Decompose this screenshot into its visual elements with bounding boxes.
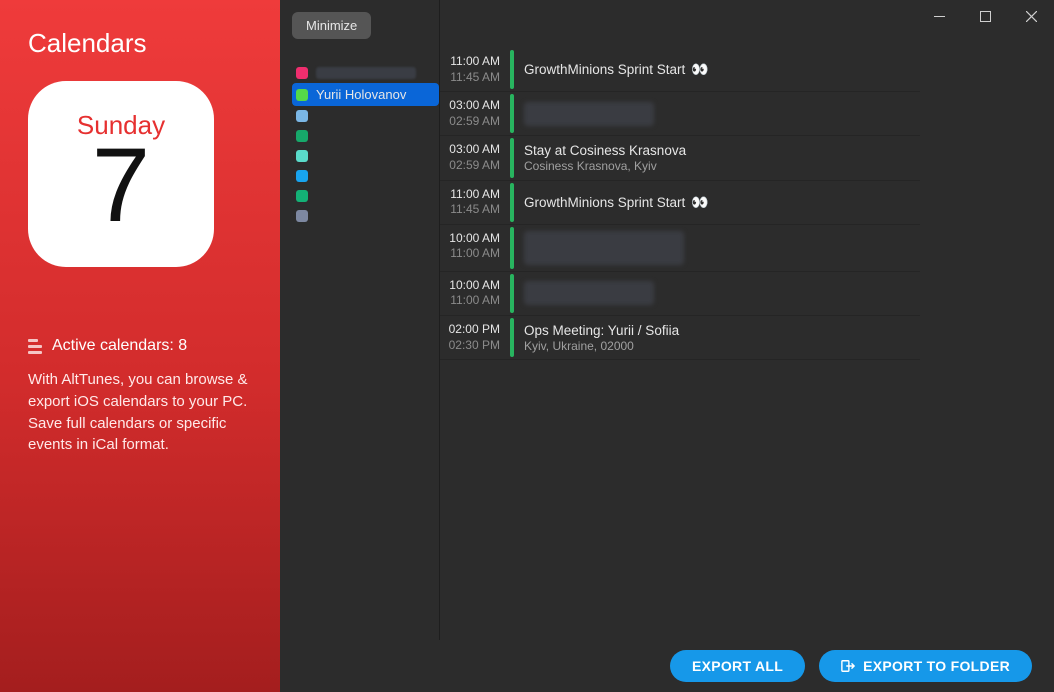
calendar-item[interactable]: Yurii Holovanov: [292, 83, 439, 106]
calendar-color-dot: [296, 210, 308, 222]
calendar-tile: Sunday 7: [28, 81, 214, 267]
event-body: Ops Meeting: Yurii / SofiiaKyiv, Ukraine…: [524, 316, 920, 359]
event-body: GrowthMinions Sprint Start👀: [524, 181, 920, 224]
export-to-folder-button[interactable]: EXPORT TO FOLDER: [819, 650, 1032, 682]
event-color-bar: [510, 318, 514, 357]
event-body: Stay at Cosiness KrasnovaCosiness Krasno…: [524, 136, 920, 179]
export-all-button[interactable]: EXPORT ALL: [670, 650, 805, 682]
app-root: Calendars Sunday 7 Active calendars: 8 W…: [0, 0, 1054, 692]
event-body: [524, 225, 920, 271]
bottom-bar: EXPORT ALL EXPORT TO FOLDER: [280, 640, 1054, 692]
right-area: Minimize Yurii Holovanov 11:00 AM11:45 A…: [280, 0, 1054, 692]
event-subtitle: Cosiness Krasnova, Kyiv: [524, 159, 914, 173]
event-row[interactable]: 03:00 AM02:59 AM: [440, 92, 920, 136]
left-description: With AltTunes, you can browse & export i…: [28, 369, 256, 456]
event-redacted: [524, 281, 654, 305]
event-color-bar: [510, 227, 514, 269]
event-color-bar: [510, 138, 514, 177]
event-row[interactable]: 10:00 AM11:00 AM: [440, 225, 920, 272]
calendar-color-dot: [296, 150, 308, 162]
calendar-label: Yurii Holovanov: [316, 87, 406, 102]
calendar-color-dot: [296, 89, 308, 101]
calendar-label-redacted: [316, 67, 416, 79]
window-maximize-button[interactable]: [962, 0, 1008, 32]
event-row[interactable]: 10:00 AM11:00 AM: [440, 272, 920, 316]
active-calendars-line: Active calendars: 8: [28, 337, 256, 355]
calendar-item[interactable]: [292, 106, 439, 126]
event-redacted: [524, 102, 654, 126]
export-all-label: EXPORT ALL: [692, 658, 783, 674]
event-color-bar: [510, 274, 514, 313]
event-subtitle: Kyiv, Ukraine, 02000: [524, 339, 914, 353]
minimize-button[interactable]: Minimize: [292, 12, 371, 39]
window-close-button[interactable]: [1008, 0, 1054, 32]
event-time: 10:00 AM11:00 AM: [440, 272, 504, 315]
event-body: GrowthMinions Sprint Start👀: [524, 48, 920, 91]
event-row[interactable]: 11:00 AM11:45 AM GrowthMinions Sprint Sta…: [440, 181, 920, 225]
calendar-item[interactable]: [292, 63, 439, 83]
event-title: GrowthMinions Sprint Start👀: [524, 61, 914, 78]
event-body: [524, 92, 920, 135]
event-time: 10:00 AM11:00 AM: [440, 225, 504, 271]
event-color-bar: [510, 50, 514, 89]
window-minimize-button[interactable]: [916, 0, 962, 32]
window-controls: [916, 0, 1054, 32]
page-title: Calendars: [28, 28, 256, 59]
calendar-color-dot: [296, 190, 308, 202]
eyes-icon: 👀: [691, 61, 708, 77]
events-column: 11:00 AM11:45 AM GrowthMinions Sprint Sta…: [440, 0, 920, 640]
calendar-color-dot: [296, 130, 308, 142]
event-title: Ops Meeting: Yurii / Sofiia: [524, 323, 914, 338]
event-time: 03:00 AM02:59 AM: [440, 136, 504, 179]
event-row[interactable]: 02:00 PM02:30 PM Ops Meeting: Yurii / Sof…: [440, 316, 920, 360]
active-calendars-label: Active calendars: 8: [52, 337, 187, 355]
event-color-bar: [510, 94, 514, 133]
left-panel: Calendars Sunday 7 Active calendars: 8 W…: [0, 0, 280, 692]
calendar-item[interactable]: [292, 126, 439, 146]
eyes-icon: 👀: [691, 194, 708, 210]
list-icon: [28, 339, 42, 354]
event-time: 11:00 AM11:45 AM: [440, 48, 504, 91]
calendar-list-column: Minimize Yurii Holovanov: [280, 0, 440, 640]
calendar-day-number: 7: [92, 133, 150, 238]
event-row[interactable]: 03:00 AM02:59 AM Stay at Cosiness Krasnov…: [440, 136, 920, 180]
event-time: 03:00 AM02:59 AM: [440, 92, 504, 135]
content-row: Minimize Yurii Holovanov 11:00 AM11:45 A…: [280, 0, 1054, 640]
calendar-color-dot: [296, 110, 308, 122]
calendar-item[interactable]: [292, 206, 439, 226]
calendar-item[interactable]: [292, 146, 439, 166]
export-icon: [841, 659, 855, 673]
event-time: 02:00 PM02:30 PM: [440, 316, 504, 359]
calendar-item[interactable]: [292, 186, 439, 206]
event-title: Stay at Cosiness Krasnova: [524, 143, 914, 158]
calendar-item[interactable]: [292, 166, 439, 186]
calendar-color-dot: [296, 170, 308, 182]
export-to-folder-label: EXPORT TO FOLDER: [863, 658, 1010, 674]
event-time: 11:00 AM11:45 AM: [440, 181, 504, 224]
event-row[interactable]: 11:00 AM11:45 AM GrowthMinions Sprint Sta…: [440, 48, 920, 92]
event-redacted: [524, 231, 684, 265]
event-body: [524, 272, 920, 315]
calendar-color-dot: [296, 67, 308, 79]
event-title: GrowthMinions Sprint Start👀: [524, 194, 914, 211]
event-color-bar: [510, 183, 514, 222]
